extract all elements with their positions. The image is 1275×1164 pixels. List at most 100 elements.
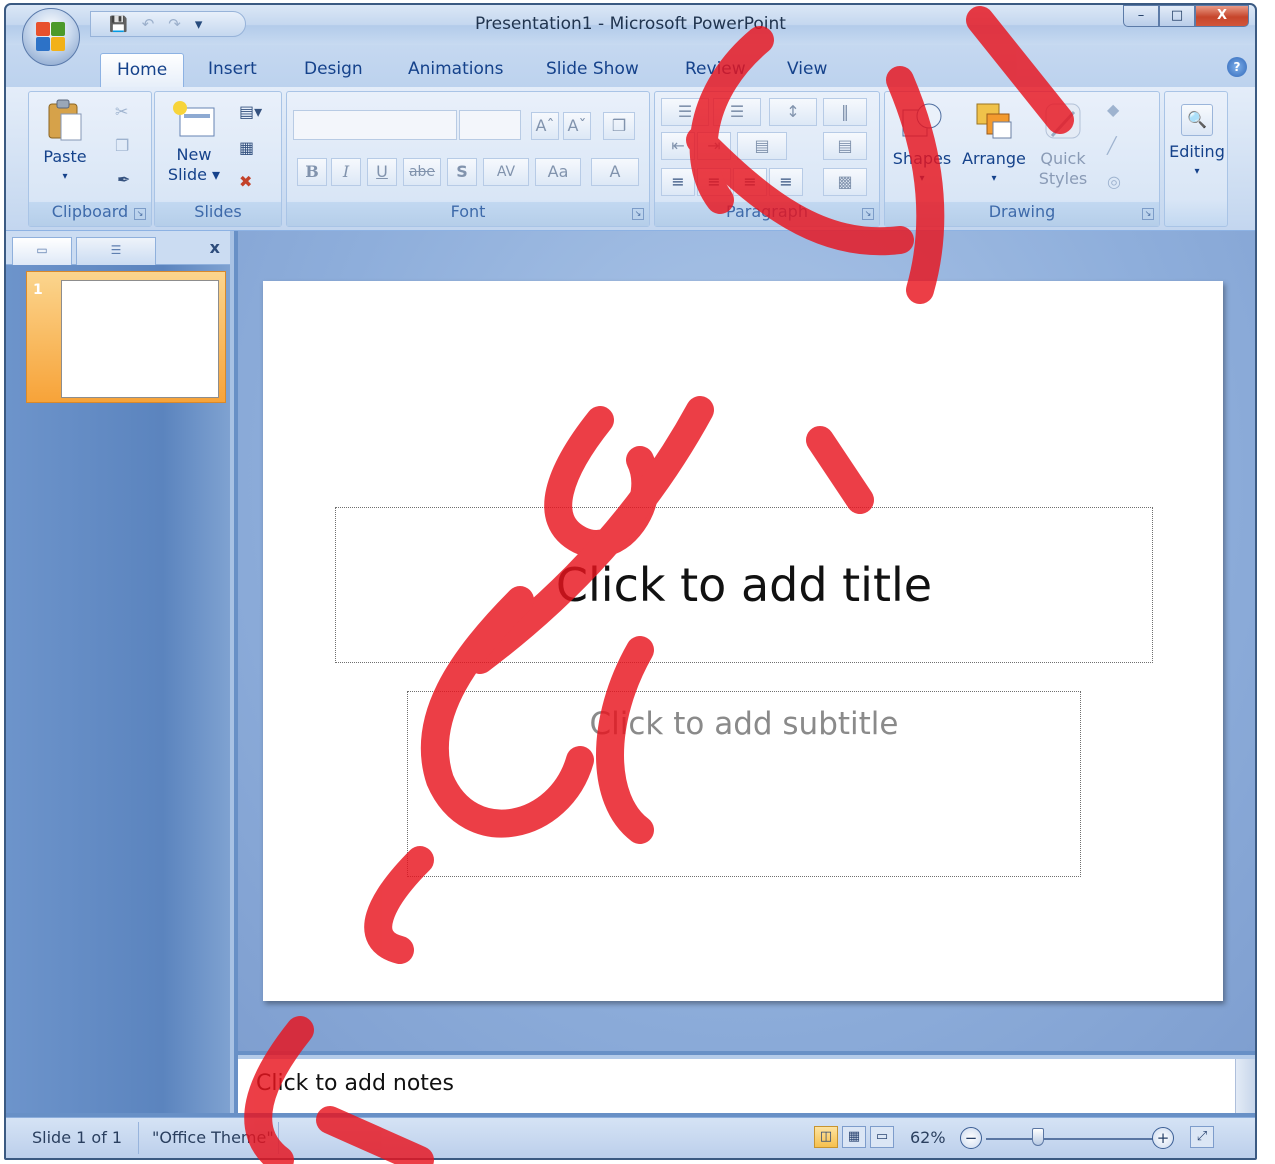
strikethrough-button[interactable]: abe — [403, 158, 441, 186]
new-slide-button[interactable]: New Slide ▾ — [161, 100, 227, 185]
grow-font-button[interactable]: Aˆ — [531, 112, 559, 140]
reset-slide-icon[interactable]: ▦ — [239, 138, 254, 157]
find-icon: 🔍 — [1181, 104, 1213, 136]
smartart-button[interactable]: ▩ — [823, 168, 867, 196]
close-pane-icon[interactable]: x — [210, 238, 220, 257]
text-direction-button[interactable]: ▤ — [737, 132, 787, 160]
zoom-out-icon[interactable]: − — [960, 1127, 982, 1149]
align-text-button[interactable]: ▤ — [823, 132, 867, 160]
numbering-button[interactable]: ☰ — [713, 98, 761, 126]
slide-count-status: Slide 1 of 1 — [32, 1128, 123, 1147]
copy-icon[interactable]: ❐ — [115, 136, 129, 155]
clipboard-label-text: Clipboard — [51, 202, 129, 221]
slide-show-view-icon[interactable]: ▭ — [870, 1126, 894, 1148]
slides-tab-icon[interactable]: ▭ — [12, 237, 72, 265]
align-left-button[interactable]: ≡ — [661, 168, 695, 196]
change-case-button[interactable]: Aa — [535, 158, 581, 186]
arrange-icon — [976, 103, 1012, 139]
normal-view-icon[interactable]: ◫ — [814, 1126, 838, 1148]
cut-icon[interactable]: ✂ — [115, 102, 128, 121]
minimize-button[interactable]: – — [1123, 5, 1159, 27]
bullets-button[interactable]: ☰ — [661, 98, 709, 126]
drawing-launcher-icon[interactable]: ↘ — [1142, 208, 1154, 220]
clear-formatting-button[interactable]: ❒ — [603, 112, 635, 140]
shape-effects-icon[interactable]: ◎ — [1107, 172, 1121, 191]
shape-outline-icon[interactable]: ╱ — [1107, 136, 1117, 155]
shadow-button[interactable]: S — [447, 158, 477, 186]
status-divider — [138, 1122, 139, 1154]
drawing-group: Shapes ▾ Arrange ▾ Quick Styles ◆ ╱ ◎ Dr… — [884, 91, 1160, 227]
tab-animations[interactable]: Animations — [408, 59, 504, 79]
line-spacing-button[interactable]: ↕ — [769, 98, 817, 126]
paragraph-launcher-icon[interactable]: ↘ — [862, 208, 874, 220]
slide-editing-area: Click to add title Click to add subtitle — [238, 231, 1255, 1051]
window-title: Presentation1 - Microsoft PowerPoint — [475, 14, 786, 34]
editing-button[interactable]: 🔍 Editing ▾ — [1167, 100, 1227, 182]
editing-label: Editing — [1169, 142, 1225, 161]
decrease-indent-button[interactable]: ⇤ — [661, 132, 695, 160]
font-group: Aˆ Aˇ ❒ B I U abe S AV Aa A Font ↘ — [286, 91, 650, 227]
paragraph-group-label: Paragraph — [655, 202, 879, 226]
zoom-slider-thumb[interactable] — [1032, 1128, 1044, 1146]
notes-scrollbar[interactable] — [1235, 1059, 1255, 1113]
layout-icon[interactable]: ▤▾ — [239, 102, 262, 121]
clipboard-group: Paste ▾ ✂ ❐ ✒ Clipboard ↘ — [28, 91, 152, 227]
tab-insert[interactable]: Insert — [208, 59, 257, 79]
justify-button[interactable]: ≡ — [769, 168, 803, 196]
title-placeholder[interactable]: Click to add title — [335, 507, 1153, 663]
paragraph-group: ☰ ☰ ↕ ‖ ⇤ ⇥ ▤ ▤ ≡ ≡ ≡ ≡ ▩ Paragraph ↘ — [654, 91, 880, 227]
align-right-button[interactable]: ≡ — [733, 168, 767, 196]
slide-canvas[interactable]: Click to add title Click to add subtitle — [263, 281, 1223, 1001]
font-label-text: Font — [450, 202, 486, 221]
tab-home[interactable]: Home — [100, 53, 185, 91]
font-color-button[interactable]: A — [591, 158, 639, 186]
delete-slide-icon[interactable]: ✖ — [239, 172, 252, 191]
subtitle-placeholder[interactable]: Click to add subtitle — [407, 691, 1081, 877]
bold-button[interactable]: B — [297, 158, 327, 186]
clipboard-launcher-icon[interactable]: ↘ — [134, 208, 146, 220]
close-button[interactable]: X — [1195, 5, 1249, 27]
columns-button[interactable]: ‖ — [823, 98, 867, 126]
shape-fill-icon[interactable]: ◆ — [1107, 100, 1119, 119]
office-logo-icon — [36, 22, 66, 52]
new-slide-icon — [173, 101, 215, 137]
shapes-button[interactable]: Shapes ▾ — [889, 100, 955, 189]
slide-thumbnail[interactable]: 1 — [26, 271, 226, 403]
arrange-button[interactable]: Arrange ▾ — [957, 100, 1031, 189]
paste-button[interactable]: Paste ▾ — [35, 98, 95, 187]
help-icon[interactable]: ? — [1227, 57, 1247, 77]
shrink-font-button[interactable]: Aˇ — [563, 112, 591, 140]
underline-button[interactable]: U — [367, 158, 397, 186]
tab-slide-show[interactable]: Slide Show — [546, 59, 639, 79]
tab-view[interactable]: View — [787, 59, 827, 79]
fit-to-window-icon[interactable]: ⤢ — [1190, 1126, 1214, 1148]
zoom-level[interactable]: 62% — [910, 1128, 946, 1147]
quick-styles-button[interactable]: Quick Styles — [1033, 100, 1093, 189]
maximize-button[interactable]: □ — [1159, 5, 1195, 27]
outline-tab-icon[interactable]: ☰ — [76, 237, 156, 265]
tab-design[interactable]: Design — [304, 59, 363, 79]
quick-styles-label-2: Styles — [1038, 169, 1088, 188]
office-button[interactable] — [22, 8, 80, 66]
notes-placeholder[interactable]: Click to add notes — [256, 1071, 454, 1096]
zoom-slider-track[interactable] — [986, 1138, 1156, 1140]
increase-indent-button[interactable]: ⇥ — [697, 132, 731, 160]
editing-group: 🔍 Editing ▾ — [1164, 91, 1228, 227]
slide-sorter-view-icon[interactable]: ▦ — [842, 1126, 866, 1148]
new-slide-label-2: Slide ▾ — [167, 165, 221, 184]
tab-review[interactable]: Review — [685, 59, 746, 79]
center-button[interactable]: ≡ — [697, 168, 731, 196]
slides-group-label: Slides — [155, 202, 281, 226]
theme-status[interactable]: "Office Theme" — [152, 1128, 274, 1147]
italic-button[interactable]: I — [331, 158, 361, 186]
font-size-combo[interactable] — [459, 110, 521, 140]
format-painter-icon[interactable]: ✒ — [117, 170, 130, 189]
character-spacing-button[interactable]: AV — [483, 158, 529, 186]
clipboard-group-label: Clipboard — [29, 202, 151, 226]
zoom-in-icon[interactable]: + — [1152, 1127, 1174, 1149]
paste-dropdown-icon[interactable]: ▾ — [35, 167, 95, 187]
font-name-combo[interactable] — [293, 110, 457, 140]
font-launcher-icon[interactable]: ↘ — [632, 208, 644, 220]
notes-pane[interactable]: Click to add notes — [238, 1055, 1255, 1113]
window-controls: – □ X — [1123, 5, 1249, 27]
